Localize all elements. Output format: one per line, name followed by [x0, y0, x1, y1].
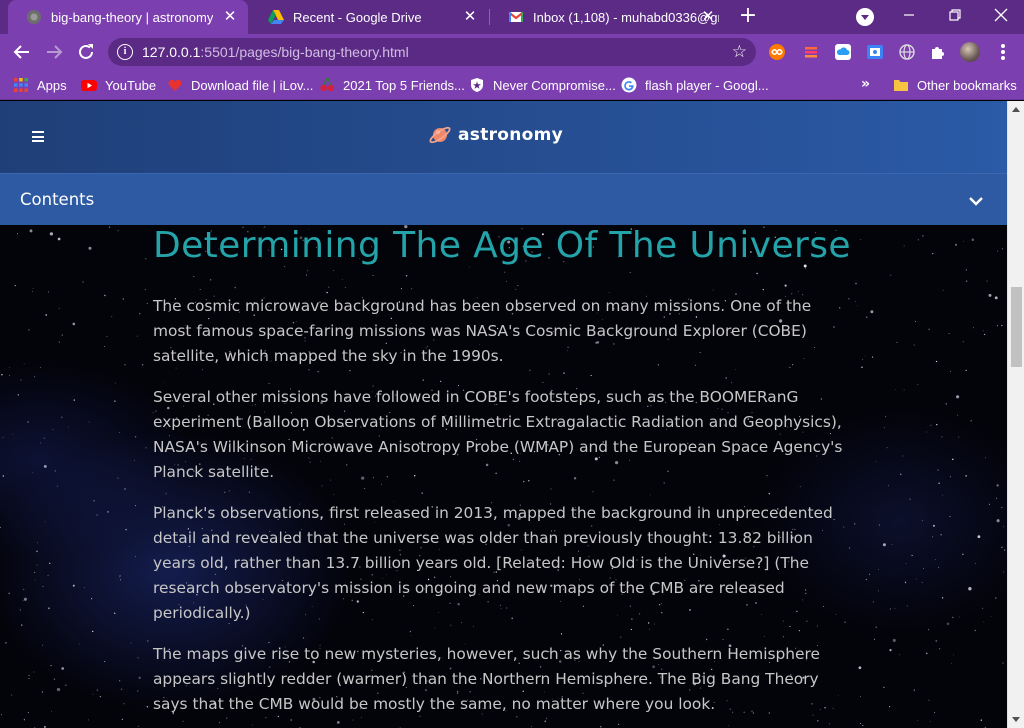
heart-icon	[167, 77, 183, 93]
cherries-icon	[319, 77, 335, 93]
more-bookmarks-chevron-icon[interactable]: »	[861, 76, 870, 92]
url-host: 127.0.0.1	[142, 44, 201, 60]
tab-strip: big-bang-theory | astronomy ✕ Recent - G…	[0, 0, 1024, 34]
paragraph: The maps give rise to new mysteries, how…	[153, 645, 820, 713]
article-body: Determining The Age Of The Universe The …	[153, 225, 853, 717]
site-info-icon[interactable]: i	[117, 44, 133, 60]
bookmark-label: flash player - Googl...	[645, 77, 769, 93]
paragraph: Several other missions have followed in …	[153, 388, 843, 481]
restore-button[interactable]	[932, 0, 978, 30]
scroll-thumb[interactable]	[1011, 287, 1022, 367]
google-icon	[621, 77, 637, 93]
paragraph: The cosmic microwave background has been…	[153, 297, 812, 365]
contents-dropdown[interactable]: Contents	[0, 173, 1007, 225]
new-tab-button[interactable]: +	[737, 5, 759, 28]
bookmark-label: YouTube	[105, 77, 157, 93]
tab-google-drive[interactable]: Recent - Google Drive ✕	[250, 0, 488, 34]
close-tab-icon[interactable]: ✕	[222, 9, 238, 25]
site-brand[interactable]: astronomy	[428, 123, 563, 147]
forward-arrow-icon	[47, 45, 63, 59]
bookmark-flash-player[interactable]: flash player - Googl...	[621, 76, 769, 94]
bookmark-apps[interactable]: Apps	[13, 76, 67, 94]
scroll-up-arrow-icon[interactable]	[1012, 107, 1020, 112]
tab-gmail-inbox[interactable]: Inbox (1,108) - muhabd0336@gm ✕	[490, 0, 726, 34]
bookmark-never-compromise[interactable]: Never Compromise...	[469, 76, 616, 94]
bookmark-label: Never Compromise...	[493, 77, 616, 93]
youtube-icon	[81, 77, 97, 93]
tab-search-icon[interactable]	[856, 8, 874, 26]
site-header: astronomy	[0, 101, 1007, 173]
google-drive-icon	[268, 9, 284, 25]
paragraph: Planck's observations, first released in…	[153, 504, 833, 622]
gmail-icon	[508, 9, 524, 25]
address-url: 127.0.0.1:5501/pages/big-bang-theory.htm…	[142, 44, 409, 60]
brand-name: astronomy	[458, 125, 564, 145]
reload-button[interactable]	[74, 40, 98, 64]
chevron-down-icon	[969, 192, 983, 206]
extension-screen-icon[interactable]	[866, 43, 884, 61]
other-bookmarks-folder[interactable]: Other bookmarks	[893, 76, 1017, 94]
back-button[interactable]	[10, 40, 34, 64]
browser-menu-icon[interactable]	[994, 42, 1012, 62]
bookmark-youtube[interactable]: YouTube	[81, 76, 156, 94]
reload-icon	[79, 44, 93, 59]
folder-icon	[893, 77, 909, 93]
shield-star-icon	[469, 77, 485, 93]
bookmark-label: Apps	[37, 77, 67, 93]
forward-button[interactable]	[42, 40, 66, 64]
extension-infinity-icon[interactable]	[768, 43, 786, 61]
close-tab-icon[interactable]: ✕	[462, 9, 478, 25]
bookmarks-bar: Apps YouTube Download file | iLov... 202…	[0, 70, 1024, 100]
page-scrollbar[interactable]	[1007, 101, 1024, 728]
bookmark-label: Download file | iLov...	[191, 77, 314, 93]
extension-stripes-icon[interactable]	[802, 43, 820, 61]
address-bar[interactable]: i 127.0.0.1:5501/pages/big-bang-theory.h…	[108, 38, 756, 66]
browser-toolbar: i 127.0.0.1:5501/pages/big-bang-theory.h…	[0, 34, 1024, 70]
planet-logo-icon	[428, 123, 452, 147]
bookmark-star-icon[interactable]: ☆	[732, 42, 747, 62]
hamburger-menu-icon[interactable]	[32, 131, 44, 142]
back-arrow-icon	[13, 45, 29, 59]
section-heading: Determining The Age Of The Universe	[153, 225, 851, 266]
tab-title: big-bang-theory | astronomy	[51, 9, 214, 25]
bookmark-top-friends[interactable]: 2021 Top 5 Friends...	[319, 76, 465, 94]
minimize-icon	[904, 14, 914, 16]
tab-title: Inbox (1,108) - muhabd0336@gm	[533, 9, 719, 25]
contents-label: Contents	[20, 190, 95, 209]
tab-big-bang-theory[interactable]: big-bang-theory | astronomy ✕	[8, 0, 248, 34]
bookmark-label: 2021 Top 5 Friends...	[343, 77, 465, 93]
tab-title: Recent - Google Drive	[293, 9, 422, 25]
bookmark-download-file[interactable]: Download file | iLov...	[167, 76, 313, 94]
restore-icon	[949, 9, 961, 21]
close-window-button[interactable]	[978, 0, 1024, 30]
page-viewport: astronomy Contents Determining The Age O…	[0, 101, 1007, 728]
scroll-down-arrow-icon[interactable]	[1012, 717, 1020, 722]
url-path: :5501/pages/big-bang-theory.html	[200, 44, 409, 60]
profile-avatar[interactable]	[960, 42, 980, 62]
close-icon	[994, 8, 1008, 22]
globe-icon	[26, 9, 42, 25]
extension-globe-icon[interactable]	[898, 43, 916, 61]
extension-cloud-icon[interactable]	[834, 43, 852, 61]
bookmark-label: Other bookmarks	[917, 77, 1017, 93]
extensions-puzzle-icon[interactable]	[929, 43, 947, 61]
minimize-button[interactable]	[886, 0, 932, 30]
apps-grid-icon	[13, 77, 29, 93]
close-tab-icon[interactable]: ✕	[700, 9, 716, 25]
